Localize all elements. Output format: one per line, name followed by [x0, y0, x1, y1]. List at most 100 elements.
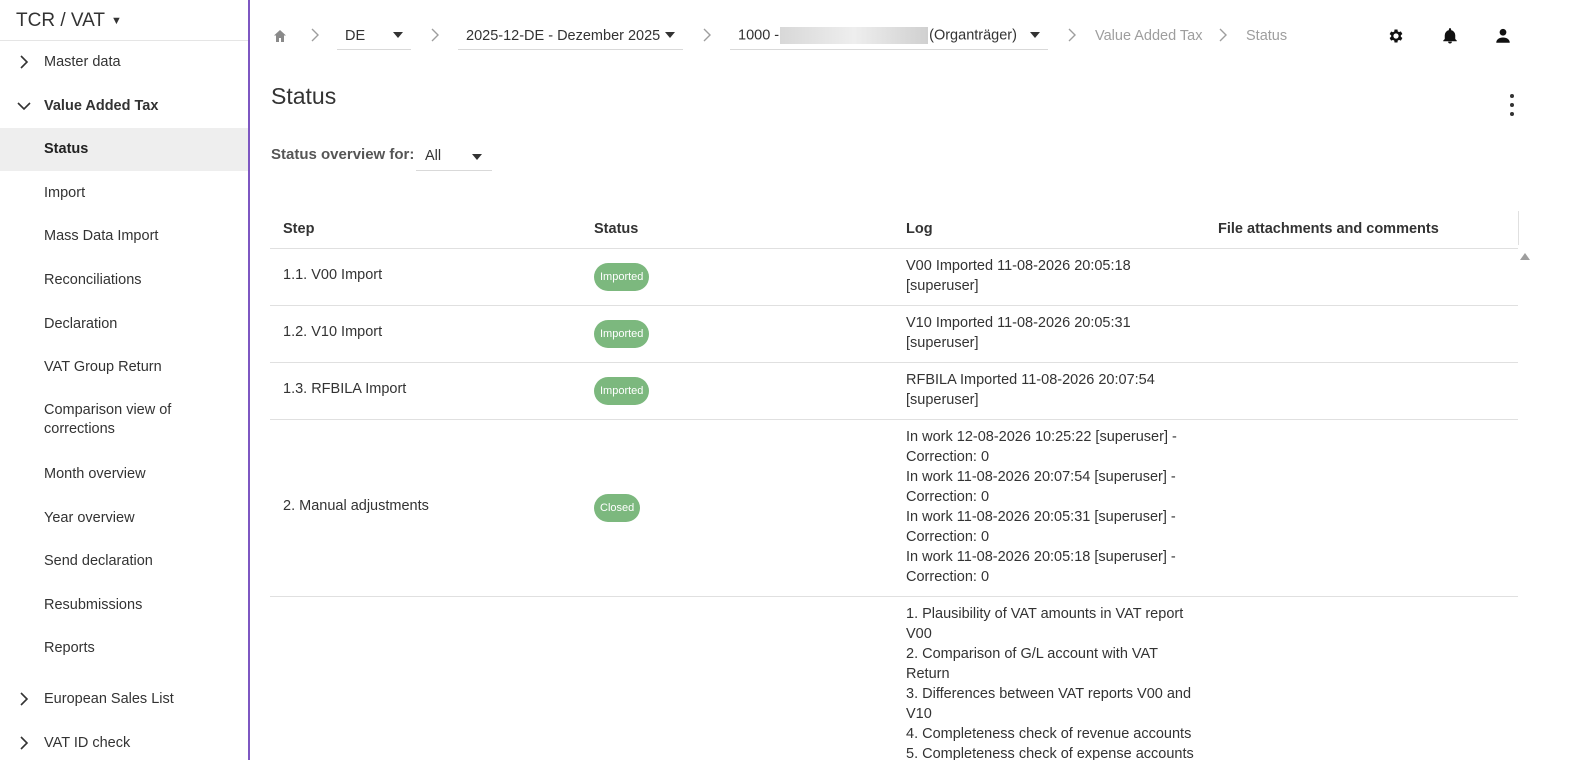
sidebar-item-mass-data-import[interactable]: Mass Data Import	[0, 226, 248, 246]
log-cell: In work 12-08-2026 10:25:22 [superuser] …	[906, 427, 1196, 587]
status-badge: Imported	[594, 320, 650, 348]
period-value: 2025-12-DE - Dezember 2025	[466, 27, 661, 44]
status-filter-select[interactable]: All	[416, 142, 492, 171]
table-row[interactable]: 1.3. RFBILA Import Imported RFBILA Impor…	[270, 363, 1518, 420]
step-cell: 2. Manual adjustments	[283, 498, 429, 514]
sidebar-item-european-sales-list[interactable]: European Sales List	[0, 689, 248, 709]
scrollbar-track	[1518, 211, 1533, 245]
sidebar-item-vat-id-check[interactable]: VAT ID check	[0, 733, 248, 753]
sidebar-item-declaration[interactable]: Declaration	[0, 314, 248, 334]
chevron-right-icon	[1068, 28, 1076, 42]
table-header: Step Status Log File attachments and com…	[270, 211, 1518, 249]
caret-down-icon	[472, 154, 482, 160]
app-switcher[interactable]: TCR / VAT ▼	[16, 8, 122, 34]
sidebar-item-send-declaration[interactable]: Send declaration	[0, 551, 248, 571]
sidebar-item-label: Value Added Tax	[44, 97, 159, 114]
sidebar-item-year-overview[interactable]: Year overview	[0, 508, 248, 528]
column-header-attachments[interactable]: File attachments and comments	[1218, 221, 1439, 237]
log-line: [superuser]	[906, 392, 979, 408]
status-badge: Imported	[594, 377, 650, 405]
table-row[interactable]: 1.2. V10 Import Imported V10 Imported 11…	[270, 306, 1518, 363]
log-line: RFBILA Imported 11-08-2026 20:07:54	[906, 372, 1155, 388]
breadcrumb-status: Status	[1246, 28, 1288, 44]
sidebar-item-reconciliations[interactable]: Reconciliations	[0, 270, 248, 290]
sidebar-item-month-overview[interactable]: Month overview	[0, 464, 248, 484]
sidebar-item-import[interactable]: Import	[0, 183, 248, 203]
log-cell: RFBILA Imported 11-08-2026 20:07:54 [sup…	[906, 370, 1196, 410]
sidebar-item-label: Import	[44, 184, 86, 201]
sidebar-item-resubmissions[interactable]: Resubmissions	[0, 595, 248, 615]
log-line: 4. Completeness check of revenue account…	[906, 726, 1192, 742]
sidebar-item-label: VAT Group Return	[44, 358, 162, 375]
chevron-down-icon	[17, 99, 31, 113]
more-options-icon[interactable]	[1502, 92, 1522, 118]
status-badge: Imported	[594, 263, 650, 291]
log-line: V10	[906, 706, 932, 722]
country-select[interactable]: DE	[337, 22, 411, 50]
log-line: 2. Comparison of G/L account with VAT	[906, 646, 1158, 662]
sidebar-item-label: European Sales List	[44, 690, 174, 707]
caret-down-icon: ▼	[111, 15, 122, 27]
sidebar-item-reports[interactable]: Reports	[0, 638, 248, 658]
log-line: Correction: 0	[906, 449, 990, 465]
table-row[interactable]: 2. Manual adjustments Closed In work 12-…	[270, 420, 1518, 597]
app-root: TCR / VAT ▼ Master data Value Added Tax …	[0, 0, 1570, 760]
step-cell: 1.2. V10 Import	[283, 324, 383, 340]
log-line: V00 Imported 11-08-2026 20:05:18	[906, 258, 1131, 274]
user-icon[interactable]	[1492, 25, 1514, 47]
table-row[interactable]: 1. Plausibility of VAT amounts in VAT re…	[270, 597, 1518, 760]
log-line: In work 11-08-2026 20:07:54 [superuser] …	[906, 469, 1176, 485]
breadcrumb: DE 2025-12-DE - Dezember 2025 1000 - (Org…	[252, 0, 1552, 70]
log-line: Correction: 0	[906, 529, 990, 545]
sidebar-item-vat-group-return[interactable]: VAT Group Return	[0, 357, 248, 377]
chevron-right-icon	[17, 692, 31, 706]
app-title: TCR / VAT	[16, 10, 106, 31]
log-line: In work 12-08-2026 10:25:22 [superuser] …	[906, 429, 1177, 445]
chevron-right-icon	[431, 28, 439, 42]
chevron-right-icon	[17, 55, 31, 69]
log-line: [superuser]	[906, 335, 979, 351]
sidebar-item-value-added-tax[interactable]: Value Added Tax	[0, 96, 248, 116]
log-line: In work 11-08-2026 20:05:31 [superuser] …	[906, 509, 1176, 525]
column-header-log[interactable]: Log	[906, 221, 933, 237]
company-value: 1000 - (Organträger)	[730, 27, 1017, 44]
sidebar-item-label: VAT ID check	[44, 734, 131, 751]
log-line: Correction: 0	[906, 569, 990, 585]
company-role: (Organträger)	[929, 27, 1017, 44]
company-select[interactable]: 1000 - (Organträger)	[730, 22, 1048, 50]
log-line: 1. Plausibility of VAT amounts in VAT re…	[906, 606, 1184, 622]
log-line: In work 11-08-2026 20:05:18 [superuser] …	[906, 549, 1176, 565]
sidebar-item-master-data[interactable]: Master data	[0, 52, 248, 72]
log-line: Return	[906, 666, 950, 682]
column-header-step[interactable]: Step	[283, 221, 314, 237]
sidebar-item-label: Declaration	[44, 315, 118, 332]
log-line: 3. Differences between VAT reports V00 a…	[906, 686, 1192, 702]
caret-down-icon	[393, 32, 403, 38]
sidebar-item-label: Status	[44, 141, 89, 157]
sidebar-item-label: Master data	[44, 53, 121, 70]
sidebar-item-comparison-view[interactable]: Comparison view of corrections	[0, 401, 248, 441]
divider	[0, 40, 248, 41]
sidebar: TCR / VAT ▼ Master data Value Added Tax …	[0, 0, 250, 760]
status-filter-label: Status overview for:	[271, 146, 415, 163]
table-row[interactable]: 1.1. V00 Import Imported V00 Imported 11…	[270, 249, 1518, 306]
column-header-status[interactable]: Status	[594, 221, 638, 237]
log-cell: V10 Imported 11-08-2026 20:05:31 [superu…	[906, 313, 1196, 353]
sidebar-item-status[interactable]: Status	[0, 128, 248, 171]
breadcrumb-vat[interactable]: Value Added Tax	[1095, 24, 1203, 48]
log-line: V00	[906, 626, 932, 642]
sidebar-item-label: Year overview	[44, 509, 135, 526]
step-cell: 1.1. V00 Import	[283, 267, 383, 283]
bell-icon[interactable]	[1439, 25, 1461, 47]
chevron-right-icon	[703, 28, 711, 42]
scroll-up-arrow-icon[interactable]	[1520, 253, 1530, 260]
home-icon[interactable]	[269, 25, 291, 47]
caret-down-icon	[665, 32, 675, 38]
sidebar-item-label: Month overview	[44, 465, 146, 482]
step-cell: 1.3. RFBILA Import	[283, 381, 407, 397]
chevron-right-icon	[311, 28, 319, 42]
period-select[interactable]: 2025-12-DE - Dezember 2025	[458, 22, 683, 50]
settings-icon[interactable]	[1385, 25, 1407, 47]
log-line: V10 Imported 11-08-2026 20:05:31	[906, 315, 1131, 331]
log-cell: V00 Imported 11-08-2026 20:05:18 [superu…	[906, 256, 1196, 296]
